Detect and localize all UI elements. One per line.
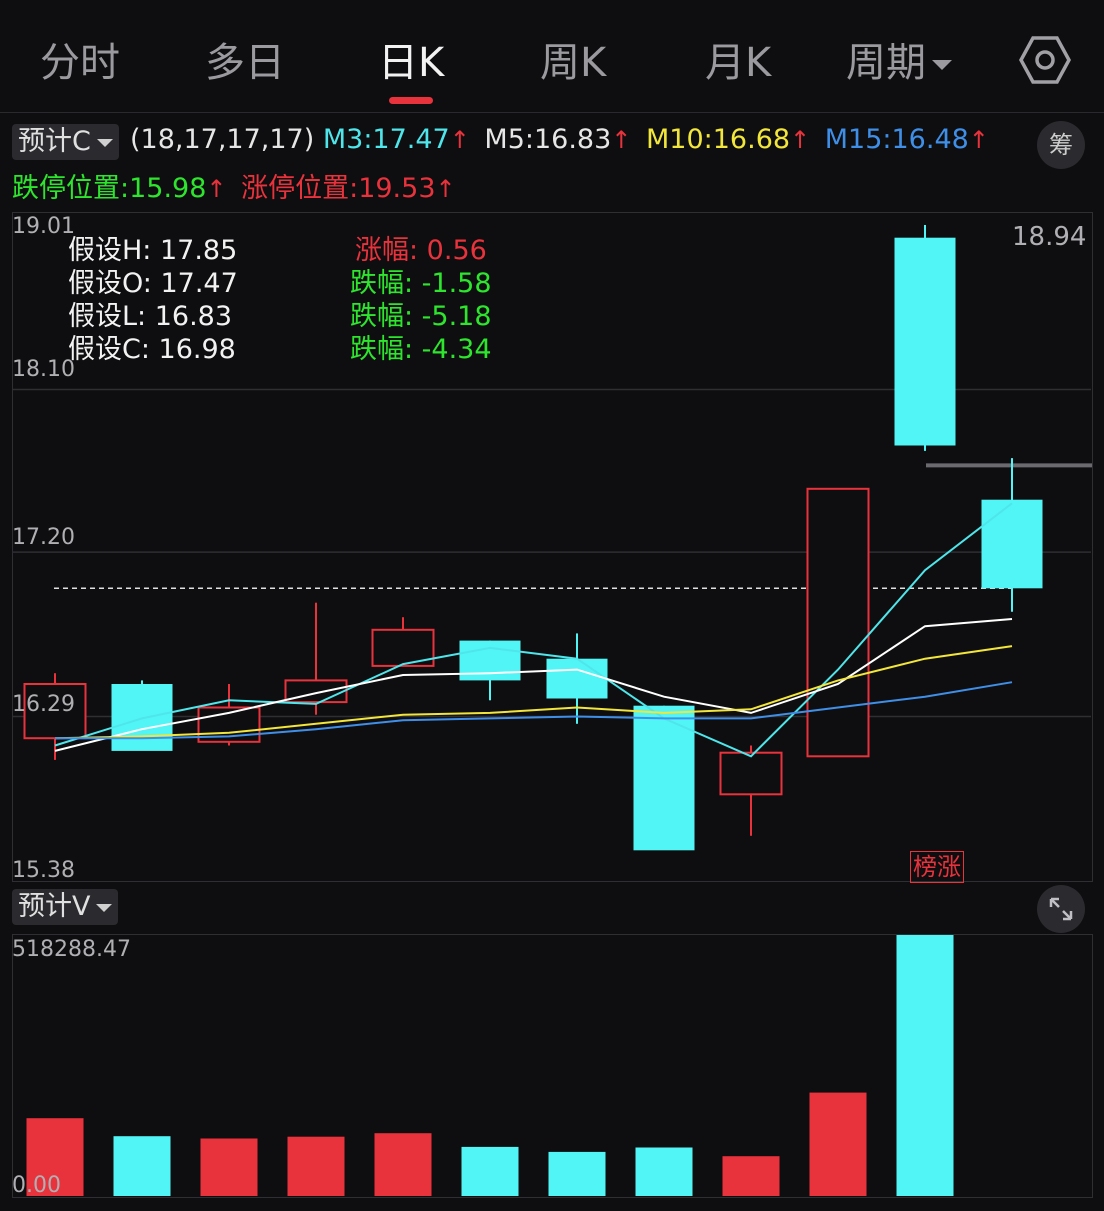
candle-body-up (806, 487, 870, 758)
chevron-down-icon (96, 903, 113, 912)
volume-axis-max: 518288.47 (12, 937, 131, 962)
hypo-close: 假设C: 16.98 (68, 334, 236, 365)
candle-body-down (981, 499, 1043, 589)
price-axis-label: 17.20 (12, 525, 75, 550)
price-axis-max: 19.01 (12, 214, 75, 239)
volume-axis-min: 0.00 (12, 1173, 61, 1198)
volume-dropdown-label: 预计V (18, 891, 91, 922)
expand-button[interactable] (1037, 885, 1085, 933)
volume-chart-panel (12, 934, 1093, 1198)
period-high-label: 18.94 (1012, 222, 1087, 252)
candle-body-up (719, 751, 783, 796)
price-axis-min: 15.38 (12, 858, 75, 883)
ranking-badge[interactable]: 榜涨 (910, 851, 964, 883)
price-axis-label: 18.10 (12, 357, 75, 382)
candle-body-down (546, 658, 608, 699)
volume-indicator-dropdown[interactable]: 预计V (12, 889, 119, 925)
hypo-close-change: 跌幅: -4.34 (350, 334, 492, 365)
price-axis-label: 16.29 (12, 692, 75, 717)
expand-icon (1049, 897, 1073, 921)
candle-body-down (894, 237, 956, 446)
